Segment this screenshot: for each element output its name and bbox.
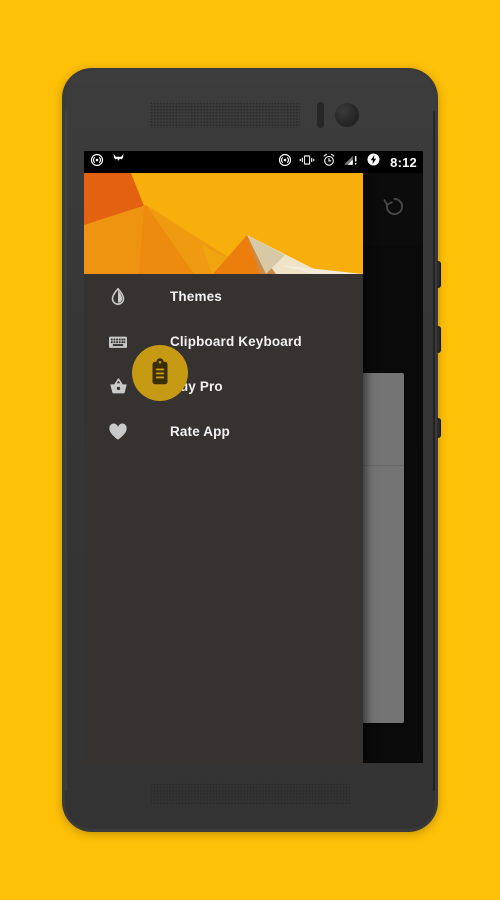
bezel-edge-left <box>65 111 67 791</box>
phone-top-hardware <box>65 71 435 151</box>
phone-screen: on me down to <box>84 151 423 763</box>
keyboard-icon <box>104 328 132 356</box>
status-bar: 8:12 <box>84 151 423 173</box>
status-bar-clock: 8:12 <box>390 154 417 170</box>
cast-icon <box>90 153 104 172</box>
bottom-speaker-grille <box>150 783 350 805</box>
navigation-drawer: Themes Clipboard Keyboard Buy Pro Rate A… <box>84 173 363 763</box>
bezel-edge-right <box>433 111 435 791</box>
phone-device-frame: on me down to <box>62 68 441 832</box>
proximity-sensor <box>317 102 324 128</box>
drawer-item-label: Clipboard Keyboard <box>170 334 302 349</box>
volume-down-button[interactable] <box>437 326 441 353</box>
volume-up-button[interactable] <box>437 261 441 288</box>
drawer-item-label: Rate App <box>170 424 230 439</box>
status-bar-left-icons <box>90 153 126 172</box>
clipboard-icon <box>132 345 188 401</box>
drawer-menu-list: Themes Clipboard Keyboard Buy Pro Rate A… <box>84 274 363 454</box>
drawer-item-label: Themes <box>170 289 222 304</box>
drawer-item-themes[interactable]: Themes <box>84 274 363 319</box>
signal-warning-icon <box>343 153 359 172</box>
drawer-header-artwork <box>84 173 363 274</box>
drawer-item-clipboard-keyboard[interactable]: Clipboard Keyboard <box>84 319 363 364</box>
alarm-clock-icon <box>322 153 336 172</box>
earpiece-speaker-grille <box>150 102 300 128</box>
drawer-item-buy-pro[interactable]: Buy Pro <box>84 364 363 409</box>
phone-body: on me down to <box>65 71 435 829</box>
invert-colors-icon <box>104 283 132 311</box>
front-camera <box>335 103 359 127</box>
vibrate-icon <box>299 153 315 172</box>
cast-icon <box>278 153 292 172</box>
cyanogen-cat-icon <box>111 153 126 171</box>
drawer-item-rate-app[interactable]: Rate App <box>84 409 363 454</box>
heart-icon <box>104 418 132 446</box>
status-bar-right-icons: 8:12 <box>278 152 417 172</box>
battery-charging-icon <box>366 152 381 172</box>
shopping-basket-icon <box>104 373 132 401</box>
power-button[interactable] <box>437 418 441 438</box>
